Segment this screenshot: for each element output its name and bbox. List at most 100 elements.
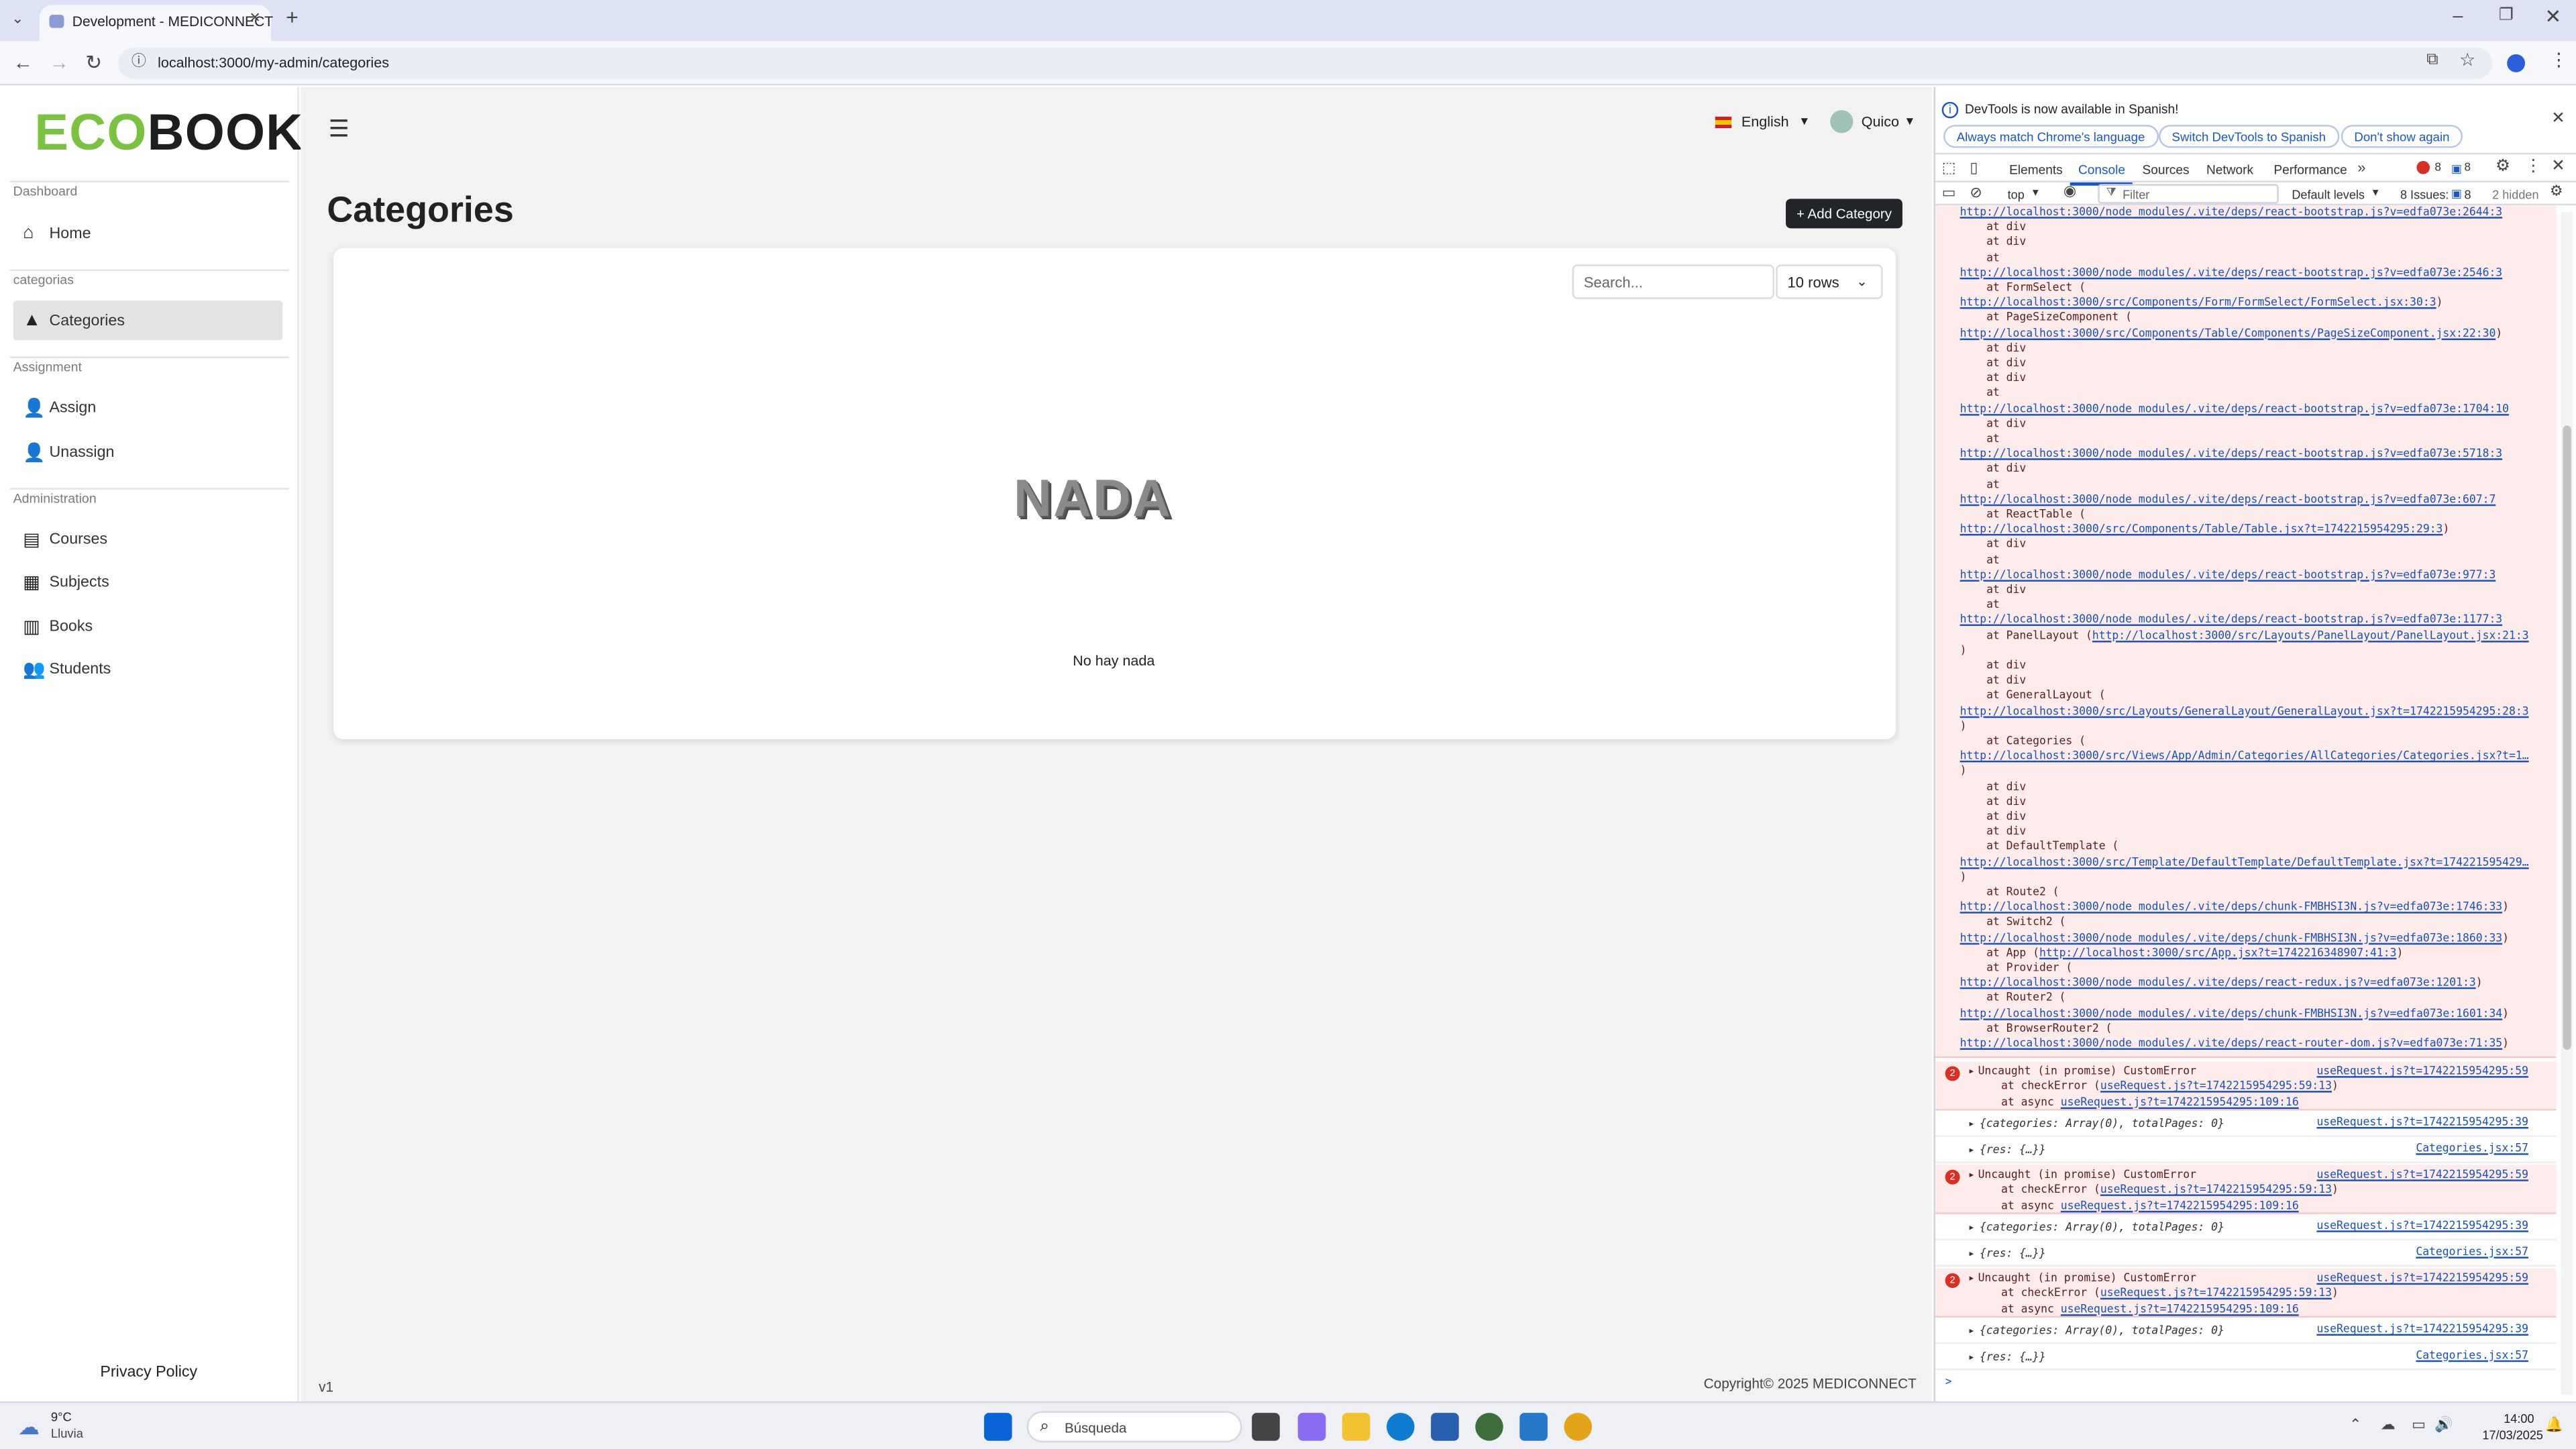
expand-arrow-icon[interactable]: ▸ <box>1968 1169 1975 1184</box>
always-match-language-button[interactable]: Always match Chrome's language <box>1943 125 2158 148</box>
weather-desc[interactable]: Lluvia <box>51 1426 83 1441</box>
tab-close-icon[interactable]: × <box>250 9 260 28</box>
sidebar-item-students[interactable]: 👥 Students <box>13 649 283 688</box>
stack-link[interactable]: http://localhost:3000/node_modules/.vite… <box>1960 492 2496 506</box>
sidebar-item-categories[interactable]: ▲ Categories <box>13 301 283 340</box>
devtools-menu-icon[interactable]: ⋮ <box>2525 158 2541 176</box>
expand-arrow-icon[interactable]: ▸ <box>1968 1143 1975 1157</box>
tab-console[interactable]: Console <box>2078 162 2125 177</box>
filter-input[interactable]: ⧩ Filter <box>2098 184 2279 204</box>
log-object-res[interactable]: {res: {…}} <box>1980 1246 2046 1260</box>
sidebar-item-courses[interactable]: ▤ Courses <box>13 519 283 559</box>
chrome-icon[interactable] <box>1564 1413 1593 1441</box>
scrollbar-thumb[interactable] <box>2563 425 2571 1050</box>
translate-icon[interactable]: ⧉ <box>2426 52 2438 68</box>
live-expression-eye-icon[interactable]: ◉ <box>2063 183 2076 199</box>
switch-devtools-spanish-button[interactable]: Switch DevTools to Spanish <box>2158 125 2339 148</box>
stack-link[interactable]: http://localhost:3000/node_modules/.vite… <box>1960 266 2503 279</box>
message-count[interactable]: 8 <box>2464 162 2471 174</box>
tray-chevron-icon[interactable]: ⌃ <box>2349 1417 2361 1432</box>
taskbar-search[interactable]: ⌕ Búsqueda <box>1026 1411 1242 1443</box>
stack-link[interactable]: http://localhost:3000/src/Layouts/Genera… <box>1960 704 2529 718</box>
bookmark-star-icon[interactable]: ☆ <box>2459 52 2475 70</box>
hamburger-menu-icon[interactable]: ☰ <box>329 115 350 143</box>
forward-icon[interactable]: → <box>49 52 68 72</box>
privacy-policy-link[interactable]: Privacy Policy <box>100 1364 197 1382</box>
console-prompt-icon[interactable]: > <box>1945 1375 1952 1391</box>
stack-link[interactable]: http://localhost:3000/src/Components/For… <box>1960 296 2436 309</box>
volume-icon[interactable]: 🔊 <box>2434 1417 2453 1432</box>
stack-link[interactable]: http://localhost:3000/src/Components/Tab… <box>1960 523 2443 536</box>
network-icon[interactable]: ▭ <box>2412 1417 2426 1432</box>
expand-arrow-icon[interactable]: ▸ <box>1968 1118 1975 1131</box>
hs-app-icon[interactable] <box>1475 1413 1503 1441</box>
expand-arrow-icon[interactable]: ▸ <box>1968 1246 1975 1260</box>
reload-icon[interactable]: ↻ <box>85 52 102 72</box>
devtools-close-icon[interactable]: ✕ <box>2551 158 2565 176</box>
tab-performance[interactable]: Performance <box>2273 162 2347 177</box>
clock-date[interactable]: 17/03/2025 <box>2482 1428 2543 1442</box>
log-source-link[interactable]: useRequest.js?t=1742215954295:39 <box>2316 1220 2528 1233</box>
log-levels-select[interactable]: Default levels <box>2292 187 2365 202</box>
stack-link[interactable]: http://localhost:3000/src/Components/Tab… <box>1960 326 2496 339</box>
console-settings-icon[interactable]: ⚙ <box>2550 183 2563 199</box>
settings-gear-icon[interactable]: ⚙ <box>2496 158 2510 176</box>
sidebar-item-books[interactable]: ▥ Books <box>13 606 283 646</box>
sidebar-item-subjects[interactable]: ▦ Subjects <box>13 562 283 602</box>
sidebar-item-home[interactable]: ⌂ Home <box>13 213 283 253</box>
issues-count[interactable]: 8 <box>2464 187 2471 202</box>
console-scrollbar[interactable] <box>2561 211 2573 1395</box>
device-toolbar-icon[interactable]: ▯ <box>1970 160 1978 176</box>
rows-per-page-select[interactable]: 10 rows ⌄ <box>1776 264 1883 299</box>
log-object-categories[interactable]: {categories: Array(0), totalPages: 0} <box>1980 1324 2224 1338</box>
expand-arrow-icon[interactable]: ▸ <box>1968 1272 1975 1287</box>
weather-icon[interactable]: ☁ <box>18 1415 40 1441</box>
stack-link[interactable]: http://localhost:3000/node_modules/.vite… <box>1960 931 2503 945</box>
search-input[interactable]: Search... <box>1572 264 1774 299</box>
url-text[interactable]: localhost:3000/my-admin/categories <box>158 54 389 70</box>
issues-label[interactable]: 8 Issues: <box>2400 187 2449 202</box>
notice-close-icon[interactable]: ✕ <box>2551 110 2565 128</box>
start-icon[interactable] <box>983 1413 1012 1441</box>
file-explorer-icon[interactable] <box>1342 1413 1371 1441</box>
logo[interactable]: ECOBOOK <box>34 103 303 162</box>
tab-search-icon[interactable]: ⌄ <box>11 11 23 26</box>
expand-arrow-icon[interactable]: ▸ <box>1968 1350 1975 1363</box>
user-menu[interactable]: Quico ▼ <box>1830 110 1915 133</box>
error-source-link[interactable]: useRequest.js?t=1742215954295:59 <box>2316 1065 2528 1078</box>
task-view-icon[interactable] <box>1252 1413 1280 1441</box>
browser-tab[interactable]: Development - MEDICONNECT × <box>39 5 273 42</box>
log-object-res[interactable]: {res: {…}} <box>1980 1143 2046 1157</box>
stack-link[interactable]: useRequest.js?t=1742215954295:59:13 <box>2100 1287 2332 1300</box>
minimize-icon[interactable]: – <box>2453 7 2463 26</box>
stack-link[interactable]: useRequest.js?t=1742215954295:59:13 <box>2100 1080 2332 1093</box>
stack-link[interactable]: http://localhost:3000/node_modules/.vite… <box>1960 447 2503 461</box>
stack-link[interactable]: useRequest.js?t=1742215954295:109:16 <box>2061 1095 2299 1108</box>
error-source-link[interactable]: useRequest.js?t=1742215954295:59 <box>2316 1272 2528 1285</box>
new-tab-icon[interactable]: + <box>286 7 299 28</box>
copilot-icon[interactable] <box>1297 1413 1326 1441</box>
maximize-icon[interactable]: ❐ <box>2499 7 2514 24</box>
expand-arrow-icon[interactable]: ▸ <box>1968 1221 1975 1234</box>
add-category-button[interactable]: + Add Category <box>1786 199 1902 229</box>
language-select[interactable]: English ▼ <box>1715 113 1810 129</box>
log-object-res[interactable]: {res: {…}} <box>1980 1350 2046 1363</box>
tab-sources[interactable]: Sources <box>2142 162 2189 177</box>
vscode-icon[interactable] <box>1519 1413 1548 1441</box>
store-icon[interactable] <box>1431 1413 1459 1441</box>
sidebar-item-unassign[interactable]: 👤 Unassign <box>13 432 283 472</box>
dont-show-again-button[interactable]: Don't show again <box>2341 125 2463 148</box>
log-source-link[interactable]: useRequest.js?t=1742215954295:39 <box>2316 1323 2528 1336</box>
stack-link[interactable]: http://localhost:3000/src/Layouts/PanelL… <box>2092 629 2529 642</box>
stack-link[interactable]: http://localhost:3000/node_modules/.vite… <box>1960 901 2503 914</box>
stack-link[interactable]: http://localhost:3000/node_modules/.vite… <box>1960 1006 2503 1020</box>
clock-time[interactable]: 14:00 <box>2504 1411 2534 1426</box>
error-source-link[interactable]: useRequest.js?t=1742215954295:59 <box>2316 1169 2528 1182</box>
edge-icon[interactable] <box>1386 1413 1415 1441</box>
stack-link[interactable]: http://localhost:3000/src/Template/Defau… <box>1960 855 2529 869</box>
log-object-categories[interactable]: {categories: Array(0), totalPages: 0} <box>1980 1118 2224 1131</box>
stack-link[interactable]: http://localhost:3000/node_modules/.vite… <box>1960 1036 2503 1050</box>
chrome-menu-icon[interactable]: ⋮ <box>2550 52 2568 70</box>
site-info-icon[interactable]: ⓘ <box>131 54 146 69</box>
stack-link[interactable]: http://localhost:3000/src/Views/App/Admi… <box>1960 749 2529 763</box>
